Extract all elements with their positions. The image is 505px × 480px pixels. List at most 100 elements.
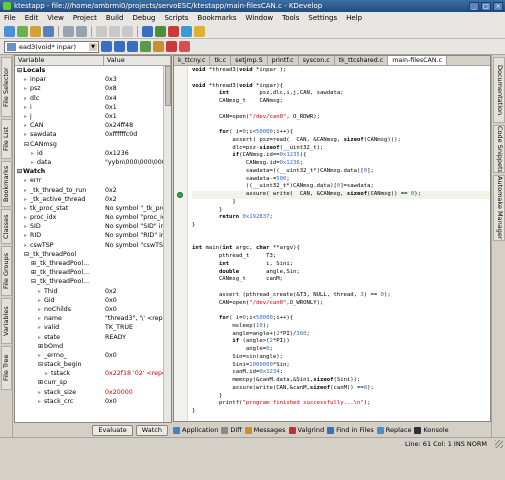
code-line[interactable]: memcpy(&canM.data,&Sini,sizeof(Sini)); <box>192 377 490 385</box>
menu-file[interactable]: File <box>4 14 16 22</box>
column-variable[interactable]: Variable <box>15 56 104 65</box>
code-line[interactable]: double angle,Sin; <box>192 269 490 277</box>
variable-row[interactable]: ⊞bOmd <box>15 342 171 351</box>
code-line[interactable]: canM.id=0x1234; <box>192 369 490 377</box>
code-line[interactable] <box>192 230 490 238</box>
left-tab-file-list[interactable]: File List <box>1 119 12 159</box>
menu-project[interactable]: Project <box>73 14 97 22</box>
variable-row[interactable]: ▸ noChilds 0x0 <box>15 305 171 314</box>
variable-row[interactable]: ⊟_tk_threadPool... <box>15 277 171 286</box>
variable-row[interactable]: ▸ tk_proc_stat No symbol "_tk_pro <box>15 204 171 213</box>
evaluate-button[interactable]: Evaluate <box>92 424 133 436</box>
code-line[interactable]: if(CANmsg.id==0x1235){ <box>192 152 490 160</box>
code-line[interactable]: CAN=open("/dev/can0",O_WRONLY); <box>192 300 490 308</box>
variable-row[interactable]: ▸ name "thread3", '\' <repe <box>15 314 171 323</box>
code-line[interactable]: CAN=open("/dev/can0", O_RDWR); <box>192 114 490 122</box>
variable-row[interactable]: ⊟_tk_threadPool <box>15 250 171 259</box>
code-line[interactable]: angle=0; <box>192 346 490 354</box>
code-line[interactable]: int main(int argc, char **argv){ <box>192 245 490 253</box>
step-out-icon[interactable] <box>127 41 138 52</box>
code-line[interactable] <box>192 284 490 292</box>
code-line[interactable]: CANmsg_t canM; <box>192 276 490 284</box>
variables-scrollbar[interactable] <box>163 66 171 422</box>
variable-row[interactable]: ▸ tstack 0x22f18 '02' <repe <box>15 369 171 378</box>
restart-icon[interactable] <box>179 41 190 52</box>
right-tab-documentation[interactable]: Documentation <box>493 57 505 123</box>
code-line[interactable]: void *thread3(void *inpar ); <box>192 67 490 75</box>
variable-row[interactable]: ▸ SID No symbol "SID" in c <box>15 222 171 231</box>
output-tab-application[interactable]: Application <box>173 426 218 434</box>
code-line[interactable]: if (angle>(2*PI)) <box>192 338 490 346</box>
open-project-icon[interactable] <box>17 25 28 37</box>
output-tab-diff[interactable]: Diff <box>221 426 242 434</box>
resize-grip[interactable] <box>495 440 503 448</box>
code-line[interactable]: return 0x192837; <box>192 214 490 222</box>
variable-row[interactable]: ⊞_tk_threadPool... <box>15 268 171 277</box>
copy-icon[interactable] <box>109 25 120 37</box>
code-line[interactable]: printf("program finished successfully...… <box>192 400 490 408</box>
code-line[interactable]: assure(write(CAN,&canM,sizeof(canM)) ==0… <box>192 385 490 393</box>
variable-row[interactable]: ▸ stack_size 0x20000 <box>15 388 171 397</box>
code-line[interactable] <box>192 238 490 246</box>
code-line[interactable]: } <box>192 222 490 230</box>
breakpoint-marker-icon[interactable] <box>177 192 183 198</box>
section-watch[interactable]: ⊟Watch <box>15 167 171 176</box>
menu-build[interactable]: Build <box>106 14 124 22</box>
editor-tab[interactable]: setjmp.S <box>231 56 268 65</box>
left-tab-classes[interactable]: Classes <box>1 209 12 244</box>
menu-tools[interactable]: Tools <box>282 14 299 22</box>
output-tab-valgrind[interactable]: Valgrind <box>288 426 324 434</box>
code-line[interactable]: } <box>192 199 490 207</box>
editor-tab[interactable]: main-filesCAN.c <box>388 56 448 65</box>
code-line[interactable]: CANmsg_t CANmsg; <box>192 98 490 106</box>
variable-row[interactable]: ▸ proc_idx No symbol "proc_id <box>15 213 171 222</box>
output-tab-konsole[interactable]: Konsole <box>414 426 449 434</box>
code-line[interactable]: } <box>192 207 490 215</box>
left-tab-file-groups[interactable]: File Groups <box>1 246 12 296</box>
cut-icon[interactable] <box>96 25 107 37</box>
source-code[interactable]: void *thread3(void *inpar ); void *threa… <box>177 67 490 416</box>
left-tab-file-tree[interactable]: File Tree <box>1 346 12 390</box>
variable-row[interactable]: ▸ psz 0x8 <box>15 84 171 93</box>
variable-row[interactable]: ▸ sawdata 0xffffffc0d <box>15 130 171 139</box>
variable-row[interactable]: ▸ cswTSP No symbol "cswTSP <box>15 241 171 250</box>
menu-view[interactable]: View <box>47 14 64 22</box>
menu-debug[interactable]: Debug <box>132 14 155 22</box>
variable-row[interactable]: ▸ CAN 0x24ff48 <box>15 121 171 130</box>
section-locals[interactable]: ⊟Locals <box>15 66 171 75</box>
code-line[interactable]: pthread_t T3; <box>192 253 490 261</box>
minimize-button[interactable]: _ <box>469 1 479 11</box>
code-line[interactable]: } <box>192 408 490 416</box>
variable-row[interactable]: ⊞_tk_threadPool... <box>15 259 171 268</box>
redo-icon[interactable] <box>76 25 87 37</box>
variable-row[interactable]: ▸ _tk_thread_to_run 0x2 <box>15 185 171 194</box>
editor-tab[interactable]: k_ttcny.c <box>174 56 211 65</box>
code-line[interactable]: ((__uint32_t*)CANmsg.data)[0]=sawdata; <box>192 183 490 191</box>
variable-row[interactable]: ▸ _errno_ 0x0 <box>15 351 171 360</box>
variable-row[interactable]: ▸ Thid 0x2 <box>15 287 171 296</box>
debug-start-icon[interactable] <box>181 25 192 37</box>
output-tab-messages[interactable]: Messages <box>244 426 286 434</box>
editor-tab[interactable]: printf.c <box>268 56 299 65</box>
code-line[interactable]: msleep(10); <box>192 323 490 331</box>
code-line[interactable]: dlc=psz-sizeof(__uint32_t); <box>192 145 490 153</box>
variable-row[interactable]: ▸ RID No symbol "RID" in c <box>15 231 171 240</box>
maximize-button[interactable]: □ <box>481 1 491 11</box>
variable-row[interactable]: ⊞curr_sp <box>15 378 171 387</box>
new-file-icon[interactable] <box>4 25 15 37</box>
code-line[interactable]: for( i=0;i<50000;i++){ <box>192 129 490 137</box>
code-editor[interactable]: k_ttcny.c tk.c setjmp.S printf.c syscon.c tk_… <box>173 55 491 422</box>
code-line[interactable]: sawdata=((__uint32_t*)CANmsg.data)[0]; <box>192 168 490 176</box>
editor-tab[interactable]: tk.c <box>210 56 232 65</box>
step-into-icon[interactable] <box>114 41 125 52</box>
editor-gutter[interactable] <box>174 66 188 421</box>
variable-row[interactable]: ▸ errr <box>15 176 171 185</box>
variable-row[interactable]: ⊟stack_begin <box>15 360 171 369</box>
code-line[interactable] <box>192 75 490 83</box>
code-line[interactable]: sawdata-=500; <box>192 176 490 184</box>
output-tab-replace[interactable]: Replace <box>376 426 411 434</box>
close-button[interactable]: × <box>493 1 503 11</box>
paste-icon[interactable] <box>122 25 133 37</box>
undo-icon[interactable] <box>63 25 74 37</box>
code-line[interactable]: angle=angle+(2*PI)/360; <box>192 331 490 339</box>
